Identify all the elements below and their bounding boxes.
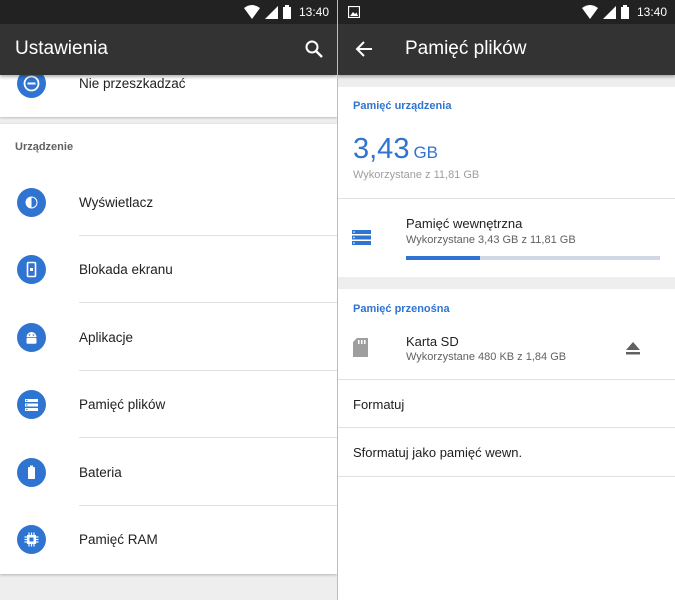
back-arrow-icon[interactable] xyxy=(355,40,373,58)
format-button[interactable]: Formatuj xyxy=(338,380,675,427)
settings-item-label: Pamięć RAM xyxy=(79,531,158,547)
page-title: Ustawienia xyxy=(15,38,108,59)
status-bar: 13:40 xyxy=(338,0,675,24)
signal-icon xyxy=(265,5,278,19)
signal-icon xyxy=(603,5,616,19)
app-bar: Pamięć plików xyxy=(338,24,675,75)
divider xyxy=(338,476,675,477)
settings-item-label: Aplikacje xyxy=(79,329,134,345)
used-total: 3,43 GB xyxy=(353,133,438,166)
divider xyxy=(79,437,337,438)
settings-item-display[interactable]: Wyświetlacz xyxy=(0,169,337,236)
settings-item-storage[interactable]: Pamięć plików xyxy=(0,371,337,438)
format-as-internal-button[interactable]: Sformatuj jako pamięć wewn. xyxy=(338,428,675,476)
android-icon xyxy=(17,322,46,352)
settings-item-label: Wyświetlacz xyxy=(79,194,154,210)
internal-storage-row[interactable]: Pamięć wewnętrzna Wykorzystane 3,43 GB z… xyxy=(338,199,675,277)
card-portable-storage: Pamięć przenośna Karta SD Wykorzystane 4… xyxy=(338,289,675,600)
settings-item-label: Nie przeszkadzać xyxy=(79,75,186,91)
brightness-icon xyxy=(17,187,46,217)
storage-icon xyxy=(17,389,46,419)
divider xyxy=(79,302,337,303)
page-title: Pamięć plików xyxy=(405,38,527,59)
sd-card-icon xyxy=(353,338,368,357)
sd-card-row[interactable]: Karta SD Wykorzystane 480 KB z 1,84 GB xyxy=(338,320,675,379)
settings-item-label: Blokada ekranu xyxy=(79,261,173,277)
internal-storage-subtitle: Wykorzystane 3,43 GB z 11,81 GB xyxy=(406,234,576,246)
battery-icon xyxy=(17,457,46,487)
format-label: Formatuj xyxy=(353,397,405,412)
sd-card-title: Karta SD xyxy=(406,334,459,349)
eject-icon[interactable] xyxy=(626,342,640,355)
sd-card-subtitle: Wykorzystane 480 KB z 1,84 GB xyxy=(406,351,567,363)
used-value: 3,43 xyxy=(353,133,410,165)
wifi-icon xyxy=(582,5,598,19)
internal-storage-title: Pamięć wewnętrzna xyxy=(406,216,523,231)
storage-progress-fill xyxy=(406,256,480,260)
storage-screen: 13:40 Pamięć plików Pamięć urządzenia 3,… xyxy=(338,0,675,600)
used-caption: Wykorzystane z 11,81 GB xyxy=(353,169,480,181)
memory-chip-icon xyxy=(17,524,46,554)
status-bar: 13:40 xyxy=(0,0,337,24)
settings-item-label: Pamięć plików xyxy=(79,396,166,412)
card-top: Nie przeszkadzać xyxy=(0,68,337,117)
settings-item-ram[interactable]: Pamięć RAM xyxy=(0,506,337,573)
settings-screen: 13:40 Ustawienia Nie przeszkadzać Urządz… xyxy=(0,0,337,600)
settings-item-apps[interactable]: Aplikacje xyxy=(0,304,337,371)
wifi-icon xyxy=(244,5,260,19)
storage-progress-bar xyxy=(406,256,660,260)
section-header: Pamięć przenośna xyxy=(353,303,450,315)
format-as-internal-label: Sformatuj jako pamięć wewn. xyxy=(353,445,523,460)
settings-item-lockscreen[interactable]: Blokada ekranu xyxy=(0,236,337,303)
battery-status-icon xyxy=(621,5,629,19)
app-bar: Ustawienia xyxy=(0,24,337,75)
status-time: 13:40 xyxy=(636,5,667,19)
section-header: Urządzenie xyxy=(15,141,74,153)
section-header: Pamięć urządzenia xyxy=(353,100,452,112)
status-time: 13:40 xyxy=(298,5,329,19)
search-icon[interactable] xyxy=(305,40,323,58)
card-device: Urządzenie Wyświetlacz Blokada ekranu Ap… xyxy=(0,124,337,574)
card-device-storage: Pamięć urządzenia 3,43 GB Wykorzystane z … xyxy=(338,87,675,277)
status-icons xyxy=(582,4,629,20)
settings-item-label: Bateria xyxy=(79,464,122,480)
settings-item-battery[interactable]: Bateria xyxy=(0,439,337,506)
status-icons xyxy=(244,4,291,20)
phone-lock-icon xyxy=(17,254,46,284)
battery-status-icon xyxy=(283,5,291,19)
used-unit: GB xyxy=(413,143,439,162)
image-notification-icon xyxy=(348,6,360,18)
storage-icon xyxy=(352,230,371,245)
